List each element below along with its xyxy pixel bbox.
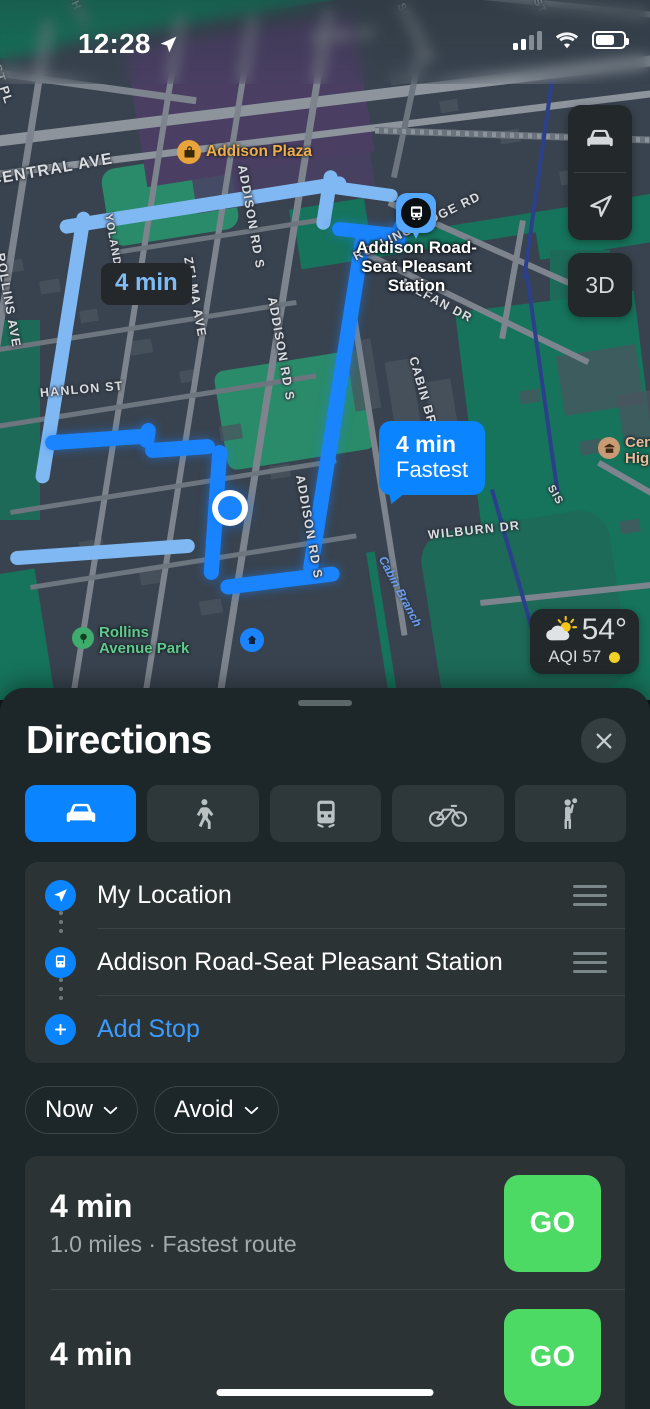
- add-stop-row[interactable]: Add Stop: [25, 996, 625, 1063]
- weather-aqi: AQI 57: [548, 647, 602, 666]
- route-duration: 4 min: [50, 1335, 133, 1372]
- home-icon: [240, 628, 264, 652]
- three-d-button[interactable]: 3D: [568, 253, 632, 317]
- page-title: Directions: [26, 718, 212, 762]
- location-arrow-icon: [45, 880, 76, 911]
- avoid-label: Avoid: [174, 1096, 234, 1123]
- close-button[interactable]: [581, 718, 626, 763]
- route-filters: Now Avoid: [0, 1063, 650, 1134]
- poi-label: Rollins Avenue Park: [99, 624, 190, 657]
- destination-value: Addison Road-Seat Pleasant Station: [97, 948, 503, 976]
- map-canvas[interactable]: NDY ST 6TH PL ADAK ST SOPER LN YOST PL C…: [0, 0, 650, 700]
- departure-time-label: Now: [45, 1096, 94, 1123]
- drag-handle-icon[interactable]: [573, 885, 607, 906]
- chevron-down-icon: [103, 1106, 118, 1114]
- route-detail: 1.0 miles · Fastest route: [50, 1231, 297, 1257]
- chevron-down-icon: [244, 1106, 258, 1114]
- route-result-row[interactable]: 4 min 1.0 miles · Fastest route GO: [25, 1156, 625, 1290]
- weather-temperature: 54°: [581, 613, 627, 646]
- tab-walk[interactable]: [147, 785, 259, 842]
- poi-home-marker[interactable]: [240, 628, 264, 652]
- tab-rideshare[interactable]: [514, 785, 627, 842]
- sheet-grabber[interactable]: [298, 700, 352, 706]
- tree-icon: [72, 627, 94, 649]
- iphone-maps-screen: NDY ST 6TH PL ADAK ST SOPER LN YOST PL C…: [0, 0, 650, 1409]
- destination-pin[interactable]: [396, 193, 436, 239]
- route-field-origin[interactable]: My Location: [25, 862, 625, 929]
- eta-time: 4 min: [396, 431, 457, 457]
- tab-transit[interactable]: [269, 785, 382, 842]
- walk-icon: [196, 798, 214, 829]
- selected-route-eta-callout[interactable]: 4 min Fastest: [379, 421, 486, 504]
- weather-widget[interactable]: 54° AQI 57: [529, 609, 639, 674]
- user-location-dot-icon: [212, 490, 248, 526]
- poi-label: Addison Plaza: [206, 142, 312, 160]
- go-button[interactable]: GO: [504, 1308, 601, 1406]
- poi-addison-plaza[interactable]: Addison Plaza: [177, 140, 312, 164]
- eta-label: Fastest: [396, 457, 469, 482]
- vehicle-mode-button[interactable]: [568, 105, 632, 172]
- route-summary: 4 min: [50, 1336, 132, 1379]
- tab-drive[interactable]: [25, 785, 137, 842]
- poi-rollins-avenue-park[interactable]: Rollins Avenue Park: [72, 625, 189, 657]
- school-icon: [598, 437, 620, 459]
- shopping-bag-icon: [177, 140, 201, 164]
- rideshare-icon: [564, 797, 578, 829]
- map-controls: 3D: [568, 105, 632, 317]
- origin-value: My Location: [97, 881, 232, 909]
- transit-station-icon: [396, 193, 436, 233]
- route-summary: 4 min 1.0 miles · Fastest route: [50, 1188, 297, 1258]
- route-duration: 4 min: [50, 1188, 133, 1224]
- sun-behind-cloud-icon: [545, 615, 577, 641]
- bicycle-icon: [428, 804, 467, 827]
- car-icon: [66, 803, 95, 822]
- train-icon: [316, 800, 335, 828]
- avoid-button[interactable]: Avoid: [154, 1086, 279, 1134]
- close-icon: [595, 732, 612, 749]
- map-tiles: NDY ST 6TH PL ADAK ST SOPER LN YOST PL C…: [0, 0, 650, 700]
- poi-label: Cen Hig: [625, 434, 650, 467]
- navigation-arrow-icon: [590, 194, 612, 217]
- transit-station-icon: [45, 947, 76, 978]
- alternate-route-eta-badge[interactable]: 4 min: [101, 263, 192, 305]
- destination-pin-label: Addison Road- Seat Pleasant Station: [356, 238, 477, 295]
- go-button[interactable]: GO: [504, 1174, 601, 1272]
- route-endpoints-card: My Location Addison Road-Seat Pleasant S…: [25, 862, 625, 1063]
- route-field-destination[interactable]: Addison Road-Seat Pleasant Station: [25, 929, 625, 996]
- route-results-list: 4 min 1.0 miles · Fastest route GO 4 min…: [25, 1156, 625, 1409]
- tab-cycle[interactable]: [392, 785, 504, 842]
- aqi-status-dot: [609, 651, 621, 663]
- departure-time-button[interactable]: Now: [25, 1086, 139, 1134]
- poi-central-high[interactable]: Cen Hig: [598, 435, 650, 467]
- home-indicator[interactable]: [216, 1389, 434, 1396]
- car-icon: [587, 129, 613, 146]
- directions-sheet: Directions My Location Addison Road-Seat…: [0, 688, 650, 1409]
- transport-mode-tabs: [0, 763, 650, 842]
- drag-handle-icon[interactable]: [573, 952, 607, 973]
- plus-icon: [45, 1014, 76, 1045]
- tracking-button[interactable]: [568, 173, 632, 240]
- add-stop-label: Add Stop: [97, 1015, 200, 1043]
